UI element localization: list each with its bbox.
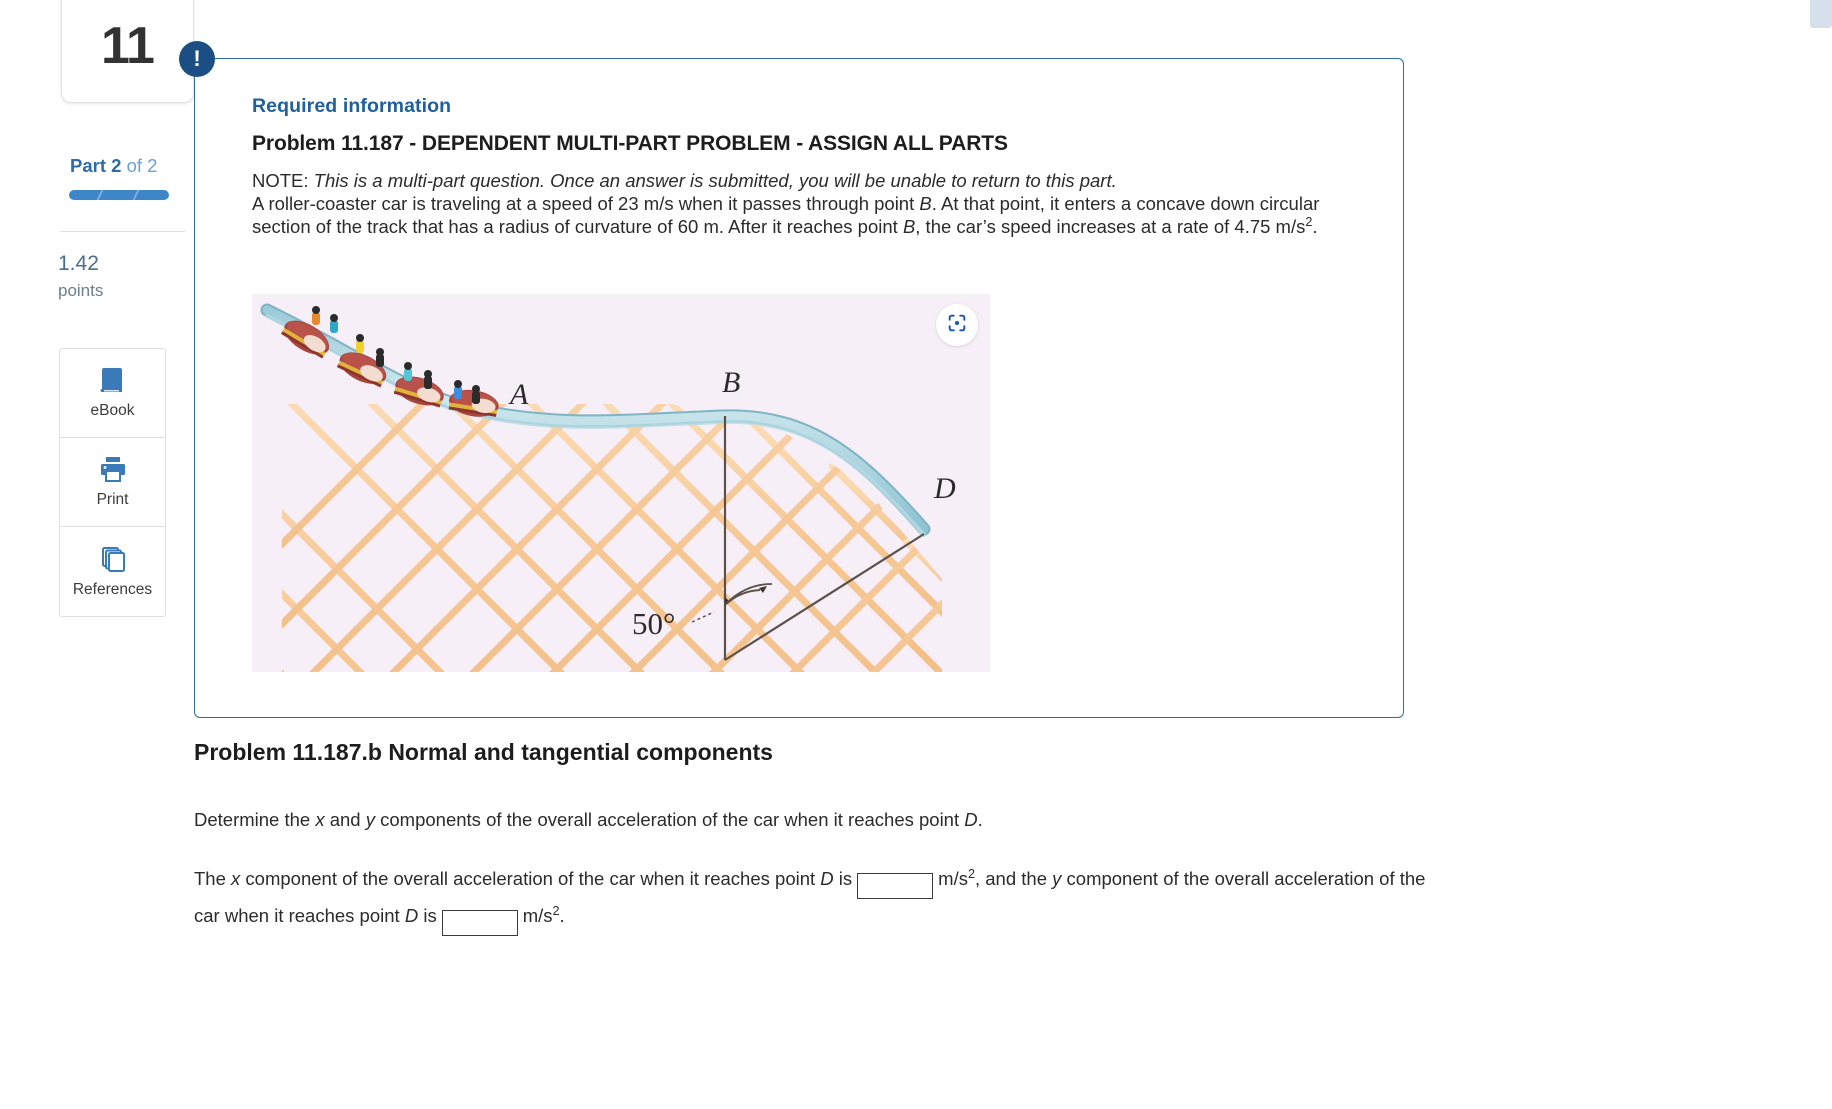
part-of-label: of — [126, 155, 143, 176]
page-root: 11 Part 2 of 2 1.42 points eBook Print R… — [0, 0, 1832, 1109]
unit-exponent-1: 2 — [967, 866, 975, 881]
left-rail: 11 Part 2 of 2 1.42 points eBook Print R… — [0, 0, 194, 1109]
printer-icon — [97, 455, 129, 485]
question-number-card: 11 — [61, 0, 194, 103]
unit-label-2: m/s — [522, 905, 553, 926]
body-text-e: , the car’s speed increases at a rate of… — [915, 216, 1306, 238]
roller-coaster-illustration: A B D 50° — [252, 294, 990, 672]
scan-expand-icon — [946, 312, 968, 339]
label-B: B — [722, 366, 740, 399]
point-b-ref-2: B — [902, 216, 916, 238]
answer-var-y: y — [1052, 868, 1062, 889]
point-b-ref-1: B — [919, 193, 932, 215]
exclamation-glyph: ! — [193, 46, 201, 71]
prompt-text-b: and — [324, 809, 366, 830]
answer-text-b: component of the overall acceleration of… — [240, 868, 821, 889]
ebook-button[interactable]: eBook — [60, 349, 165, 438]
part-prefix-label: Part — [70, 155, 106, 176]
expand-image-button[interactable] — [936, 304, 978, 346]
question-prompt: Determine the x and y components of the … — [194, 809, 983, 831]
part-progress-bar — [69, 190, 169, 200]
prompt-var-x: x — [315, 809, 325, 830]
prompt-var-y: y — [365, 809, 375, 830]
answer-text-c: is — [833, 868, 853, 889]
prompt-text-c: components of the overall acceleration o… — [375, 809, 965, 830]
print-label: Print — [96, 491, 129, 508]
main-content: ! Required information Problem 11.187 - … — [179, 0, 1832, 1109]
required-information-panel: ! Required information Problem 11.187 - … — [179, 41, 1404, 718]
answer-text-d: , and the — [974, 868, 1053, 889]
y-component-input[interactable] — [441, 910, 518, 936]
points-value: 1.42 — [58, 252, 99, 275]
question-number: 11 — [101, 16, 155, 75]
answer-var-x: x — [231, 868, 241, 889]
prompt-text-e: . — [977, 809, 983, 830]
part-current: 2 — [111, 155, 122, 176]
body-text-f: . — [1312, 216, 1318, 238]
copy-pages-icon — [97, 545, 129, 575]
roller-coaster-figure: A B D 50° — [252, 294, 990, 672]
rail-divider — [60, 231, 185, 232]
prompt-point-d: D — [964, 809, 978, 830]
label-D: D — [933, 472, 956, 505]
ebook-label: eBook — [90, 402, 135, 419]
problem-title: Problem 11.187 - DEPENDENT MULTI-PART PR… — [252, 132, 1008, 155]
points-label: points — [58, 281, 104, 300]
part-total: 2 — [147, 155, 158, 176]
unit-exponent-2: 2 — [552, 903, 560, 918]
print-button[interactable]: Print — [60, 438, 165, 527]
references-button[interactable]: References — [60, 527, 165, 616]
part-indicator: Part 2 of 2 — [70, 155, 157, 177]
answer-text-f: is — [418, 905, 437, 926]
book-icon — [97, 366, 129, 396]
exclamation-icon: ! — [179, 41, 215, 77]
prompt-text-a: Determine the — [194, 809, 316, 830]
problem-body: NOTE: This is a multi-part question. Onc… — [252, 169, 1382, 238]
note-italic-text: This is a multi-part question. Once an a… — [313, 170, 1117, 191]
part-progress-fill — [69, 190, 169, 200]
answer-text-g: . — [559, 905, 565, 926]
sub-problem-title: Problem 11.187.b Normal and tangential c… — [194, 739, 773, 765]
references-label: References — [72, 580, 153, 598]
required-information-heading: Required information — [252, 95, 452, 117]
label-angle: 50° — [632, 606, 675, 641]
tool-panel: eBook Print References — [59, 348, 166, 617]
unit-label-1: m/s — [938, 868, 968, 889]
answer-text-a: The — [194, 868, 232, 889]
answer-sentence: The x component of the overall accelerat… — [194, 862, 1444, 936]
answer-point-d-2: D — [404, 905, 419, 926]
answer-point-d-1: D — [820, 868, 834, 889]
note-label: NOTE: — [252, 170, 309, 191]
x-component-input[interactable] — [857, 873, 934, 899]
body-text-a: A roller-coaster car is traveling at a s… — [252, 193, 920, 215]
label-A: A — [508, 378, 529, 411]
